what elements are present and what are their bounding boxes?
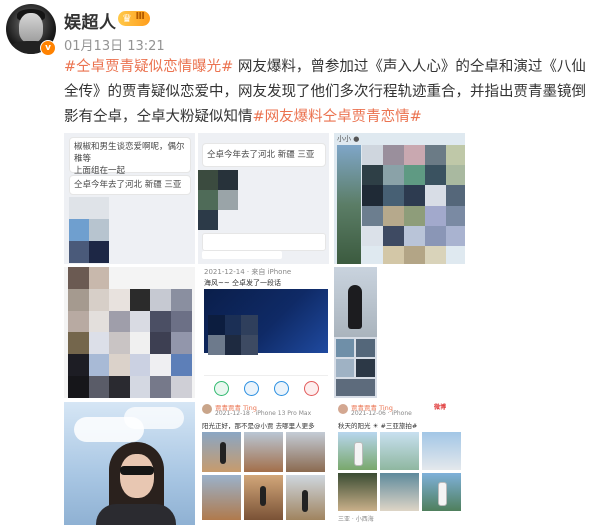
post-image-3[interactable]: 小小 ● [334, 133, 465, 264]
level-badge[interactable]: ♛ Ⅲ [118, 11, 150, 26]
person-figure [302, 490, 308, 512]
chat-line: 仝卓今年去了河北 新疆 三亚 [74, 180, 182, 190]
image-caption-text: 秋天的阳光 ☀ #三亚旅拍# [338, 422, 418, 430]
photo-thumbnail [336, 379, 375, 396]
chat-line: 椒椒和男生谈恋爱啊呢，偶尔稚等 [74, 142, 185, 164]
person-figure [220, 442, 226, 464]
photo-thumbnail [202, 475, 241, 520]
hashtag-link[interactable]: #网友爆料仝卓贾青恋情# [253, 109, 422, 125]
chat-bubble [202, 233, 326, 251]
avatar [202, 404, 212, 414]
pixelated-area [69, 197, 109, 263]
cloud [124, 407, 184, 429]
sunglasses [120, 466, 154, 475]
post-image-4[interactable] [64, 267, 195, 398]
post-content: #仝卓贾青疑似恋情曝光# 网友爆料，曾参加过《声入人心》的仝卓和演过《八仙全传》… [64, 55, 596, 130]
photo-thumbnail [336, 359, 354, 377]
photo-thumbnail [380, 473, 419, 511]
post-image-1[interactable]: 椒椒和男生谈恋爱啊呢，偶尔稚等 上面组在一起 仝卓今年去了河北 新疆 三亚 [64, 133, 195, 264]
person-figure [260, 486, 266, 506]
post-image-2[interactable]: 仝卓今年去了河北 新疆 三亚 [198, 133, 329, 264]
image-header-text: 小小 ● [337, 135, 360, 143]
avatar-face [19, 13, 43, 43]
weibo-watermark: 微博 [434, 404, 447, 411]
chat-icon [244, 381, 259, 396]
level-number: Ⅲ [135, 11, 145, 22]
photo-thumbnail [380, 432, 419, 470]
photo-thumbnail [286, 432, 325, 472]
image-text-line [204, 357, 328, 376]
weibo-icon [304, 381, 319, 396]
chat-line: 仝卓今年去了河北 新疆 三亚 [207, 150, 315, 160]
share-icon [274, 381, 289, 396]
person-figure [438, 482, 447, 506]
pixelated-area [362, 145, 465, 264]
photo-strip [337, 145, 361, 264]
photo-thumbnail [244, 432, 283, 472]
photo-thumbnail [338, 473, 377, 511]
crown-icon: ♛ [122, 12, 132, 25]
image-meta-text: 2021-12-06 · iPhone [351, 410, 412, 417]
image-meta-text: 2021-12-18 · iPhone 13 Pro Max [215, 410, 312, 417]
image-meta-text: 2021-12-14 · 来自 iPhone [204, 268, 292, 276]
image-caption-text: 海风~~ 仝卓发了一段话 [204, 279, 281, 287]
post-image-6[interactable] [334, 267, 377, 398]
post-image-5[interactable]: 2021-12-14 · 来自 iPhone 海风~~ 仝卓发了一段话 [198, 267, 329, 398]
pixelated-area [68, 267, 192, 398]
person-body [96, 504, 176, 525]
post-image-8[interactable]: 贾青贾青 Ting 2021-12-18 · iPhone 13 Pro Max… [198, 402, 329, 525]
post-image-7[interactable] [64, 402, 195, 525]
wechat-icon [214, 381, 229, 396]
photo-thumbnail [422, 432, 461, 470]
pixelated-area [208, 315, 258, 355]
chat-bubble: 仝卓今年去了河北 新疆 三亚 [69, 175, 191, 195]
avatar [338, 404, 348, 414]
location-text: 三亚 · 小西海 [338, 516, 374, 523]
hashtag-link[interactable]: #仝卓贾青疑似恋情曝光# [64, 59, 233, 75]
post-image-9[interactable]: 贾青贾青 Ting 2021-12-06 · iPhone 微博 秋天的阳光 ☀… [334, 402, 465, 525]
username[interactable]: 娱超人 [64, 8, 117, 33]
verified-badge-icon: v [40, 40, 56, 56]
post-time[interactable]: 01月13日 13:21 [64, 35, 165, 54]
photo-thumbnail [356, 339, 375, 357]
person-figure [348, 285, 362, 329]
photo-thumbnail [356, 359, 375, 377]
photo-thumbnail [336, 339, 354, 357]
image-caption-text: 阳光正好，那不是@小贾 去哪里人更多 [202, 422, 315, 430]
chat-bubble: 椒椒和男生谈恋爱啊呢，偶尔稚等 上面组在一起 [69, 137, 191, 176]
person-face [120, 454, 154, 498]
chat-bubble: 仝卓今年去了河北 新疆 三亚 [202, 143, 326, 167]
person-figure [354, 442, 363, 466]
pixelated-area [198, 170, 238, 230]
chat-bubble [202, 251, 282, 259]
